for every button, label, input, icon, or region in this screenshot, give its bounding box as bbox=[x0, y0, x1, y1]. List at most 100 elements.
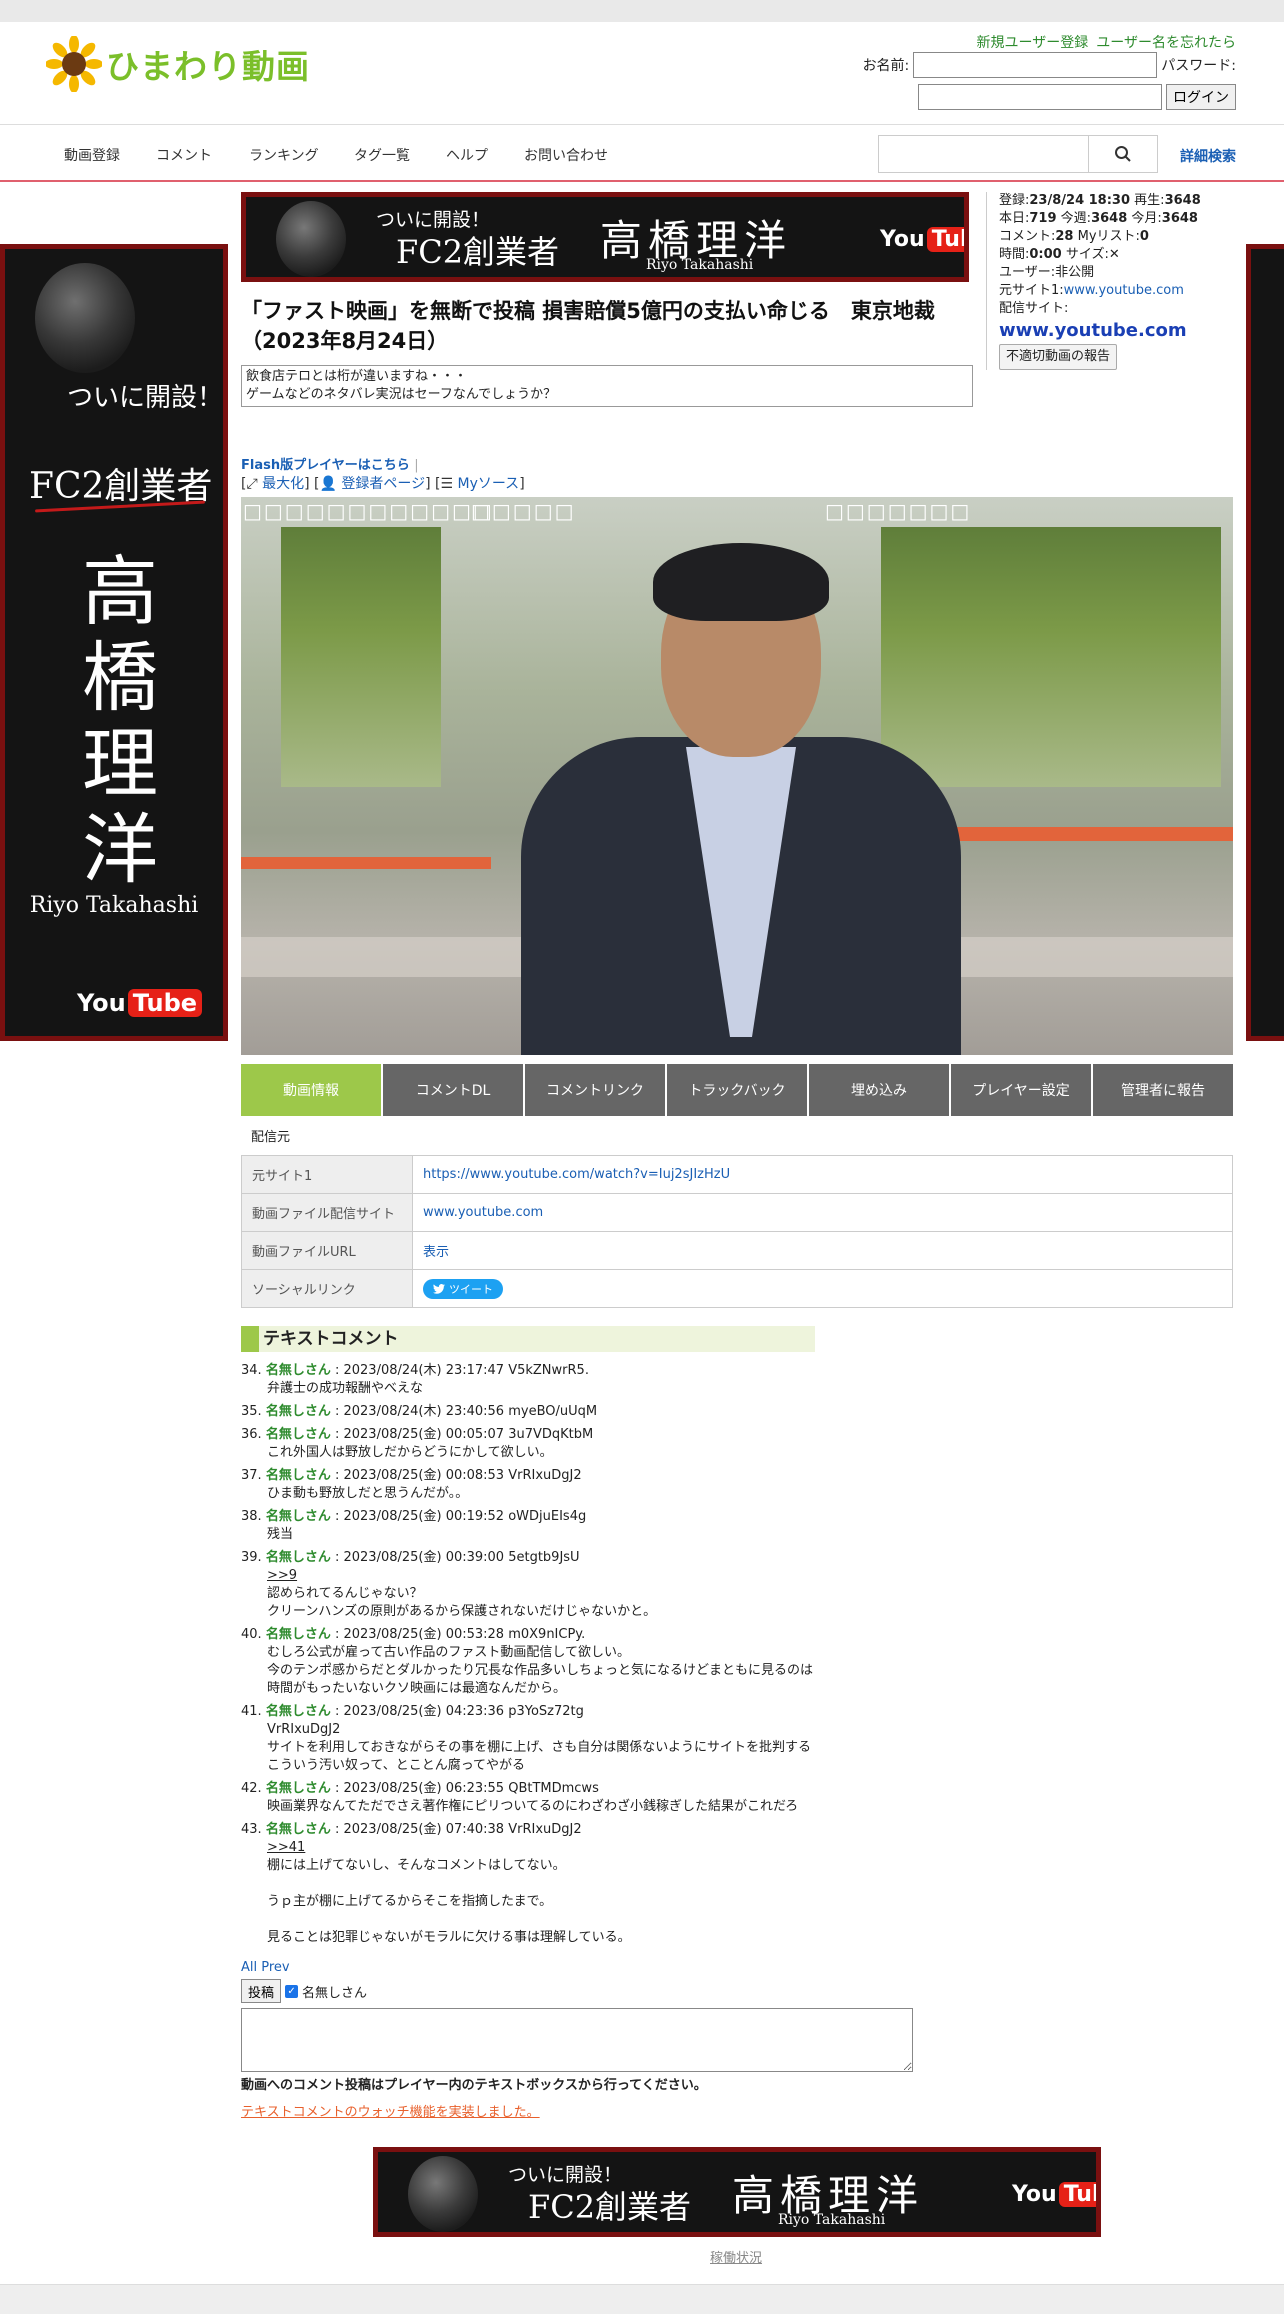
list-item: 39. 名無しさん : 2023/08/25(金) 00:39:00 5etgt… bbox=[241, 1550, 657, 1619]
source-table: 元サイト1 https://www.youtube.com/watch?v=Iu… bbox=[241, 1155, 1233, 1308]
main-nav: 動画登録 コメント ランキング タグ一覧 ヘルプ お問い合わせ 詳細検索 bbox=[0, 124, 1284, 182]
service-status-link[interactable]: 稼働状況 bbox=[710, 2247, 762, 2266]
search-button[interactable] bbox=[1088, 135, 1158, 173]
list-item: 38. 名無しさん : 2023/08/25(金) 00:19:52 oWDju… bbox=[241, 1509, 587, 1542]
user-icon: 👤 bbox=[319, 476, 337, 492]
list-item: 34. 名無しさん : 2023/08/24(木) 23:17:47 V5kZN… bbox=[241, 1363, 589, 1396]
list-item: 37. 名無しさん : 2023/08/25(金) 00:08:53 VrRIx… bbox=[241, 1468, 582, 1501]
site-logo[interactable]: ひまわり動画 bbox=[46, 34, 310, 94]
video-scene-stripe bbox=[241, 857, 491, 869]
comment-author[interactable]: 名無しさん bbox=[266, 1627, 331, 1642]
source-url-link[interactable]: https://www.youtube.com/watch?v=Iuj2sJIz… bbox=[412, 1155, 1233, 1194]
tab-embed[interactable]: 埋め込み bbox=[809, 1064, 949, 1116]
right-ad-banner[interactable] bbox=[1246, 244, 1284, 1041]
twitter-bird-icon bbox=[433, 1283, 445, 1294]
comment-post-row: 投稿 ✓ 名無しさん bbox=[241, 1979, 367, 2003]
stats-source: 元サイト1:www.youtube.com bbox=[999, 283, 1184, 298]
login-password-row: ログイン bbox=[918, 84, 1236, 110]
flash-player-link[interactable]: Flash版プレイヤーはこちら | bbox=[241, 454, 419, 473]
comment-author[interactable]: 名無しさん bbox=[266, 1704, 331, 1719]
table-row: 動画ファイルURL 表示 bbox=[241, 1231, 1233, 1270]
delivery-site-cell-link[interactable]: www.youtube.com bbox=[412, 1193, 1233, 1232]
nav-contact[interactable]: お問い合わせ bbox=[524, 145, 608, 165]
comment-author[interactable]: 名無しさん bbox=[266, 1427, 331, 1442]
list-icon: ☰ bbox=[440, 476, 454, 492]
comment-author[interactable]: 名無しさん bbox=[266, 1509, 331, 1524]
banner-portrait bbox=[276, 201, 346, 277]
comment-author[interactable]: 名無しさん bbox=[266, 1404, 331, 1419]
tab-comment-dl[interactable]: コメントDL bbox=[383, 1064, 523, 1116]
banner-roman: Riyo Takahashi bbox=[778, 2212, 886, 2228]
mysource-link[interactable]: Myソース bbox=[458, 476, 520, 492]
text-comment-heading: テキストコメント bbox=[241, 1326, 815, 1352]
bottom-ad-banner[interactable]: ついに開設！ FC2創業者 高橋理洋 Riyo Takahashi YouTub… bbox=[373, 2147, 1101, 2237]
tweet-button[interactable]: ツイート bbox=[423, 1278, 503, 1299]
search-icon bbox=[1115, 146, 1131, 162]
tab-video-info[interactable]: 動画情報 bbox=[241, 1064, 381, 1116]
account-links: 新規ユーザー登録 ユーザー名を忘れたら bbox=[977, 32, 1236, 52]
tab-trackback[interactable]: トラックバック bbox=[667, 1064, 807, 1116]
nav-upload[interactable]: 動画登録 bbox=[64, 145, 120, 165]
youtube-logo: YouTube bbox=[880, 227, 964, 252]
post-comment-button[interactable]: 投稿 bbox=[241, 1979, 282, 2003]
login-button[interactable]: ログイン bbox=[1166, 84, 1236, 110]
comment-textarea[interactable] bbox=[241, 2008, 913, 2072]
video-player[interactable]: □□□□□□□□□□□□ □□□□□ □□□□□□□ bbox=[241, 497, 1233, 1055]
comment-author[interactable]: 名無しさん bbox=[266, 1363, 331, 1378]
password-input[interactable] bbox=[918, 84, 1162, 110]
banner-company: FC2創業者 bbox=[528, 2188, 692, 2226]
left-ad-banner[interactable]: ついに開設！ FC2創業者 高 橋 理 洋 Riyo Takahashi You… bbox=[0, 244, 228, 1041]
page-footer-strip bbox=[0, 2284, 1284, 2314]
tab-comment-link[interactable]: コメントリンク bbox=[525, 1064, 665, 1116]
username-input[interactable] bbox=[913, 52, 1158, 78]
all-prev-link[interactable]: All Prev bbox=[241, 1960, 290, 1975]
anonymous-checkbox[interactable]: ✓ bbox=[285, 1984, 299, 1998]
list-item: 43. 名無しさん : 2023/08/25(金) 07:40:38 VrRIx… bbox=[241, 1822, 631, 1945]
search-input[interactable] bbox=[878, 135, 1088, 173]
video-title: 「ファスト映画」を無断で投稿 損害賠償5億円の支払い命じる 東京地裁（2023年… bbox=[241, 299, 935, 353]
banner-portrait bbox=[35, 263, 135, 373]
comment-author[interactable]: 名無しさん bbox=[266, 1822, 331, 1837]
site-header: ひまわり動画 新規ユーザー登録 ユーザー名を忘れたら お名前: パスワード: ロ… bbox=[0, 22, 1284, 124]
uploader-page-link[interactable]: 登録者ページ bbox=[341, 476, 425, 492]
youtube-logo: YouTube bbox=[77, 989, 203, 1017]
reply-anchor-link[interactable]: >>9 bbox=[267, 1568, 297, 1583]
watch-feature-link[interactable]: テキストコメントのウォッチ機能を実装しました。 bbox=[241, 2101, 540, 2120]
comment-author[interactable]: 名無しさん bbox=[266, 1781, 331, 1796]
maximize-link[interactable]: 最大化 bbox=[262, 476, 304, 492]
maximize-icon: ⤢ bbox=[246, 476, 258, 492]
advanced-search-link[interactable]: 詳細検索 bbox=[1180, 146, 1236, 166]
comment-author[interactable]: 名無しさん bbox=[266, 1468, 331, 1483]
nav-help[interactable]: ヘルプ bbox=[446, 145, 488, 165]
video-description: 飲食店テロとは桁が違いますね・・・ ゲームなどのネタバレ実況はセーフなんでしょう… bbox=[241, 365, 973, 407]
register-link[interactable]: 新規ユーザー登録 bbox=[977, 32, 1089, 52]
comment-list: 34. 名無しさん : 2023/08/24(木) 23:17:47 V5kZN… bbox=[241, 1362, 941, 1952]
top-ad-banner[interactable]: ついに開設！ FC2創業者 高橋理洋 Riyo Takahashi YouTub… bbox=[241, 192, 969, 282]
file-url-show-link[interactable]: 表示 bbox=[412, 1231, 1233, 1270]
login-name-row: お名前: パスワード: bbox=[863, 52, 1236, 78]
banner-portrait bbox=[408, 2156, 478, 2232]
delivery-site-link[interactable]: www.youtube.com bbox=[999, 322, 1226, 340]
forgot-username-link[interactable]: ユーザー名を忘れたら bbox=[1096, 32, 1236, 52]
stats-line-1: 登録:23/8/24 18:30 再生:3648 bbox=[999, 193, 1201, 208]
table-row: 元サイト1 https://www.youtube.com/watch?v=Iu… bbox=[241, 1155, 1233, 1194]
nav-ranking[interactable]: ランキング bbox=[249, 145, 319, 165]
youtube-logo: YouTube bbox=[1012, 2182, 1096, 2207]
video-tabs: 動画情報 コメントDL コメントリンク トラックバック 埋め込み プレイヤー設定… bbox=[241, 1064, 1233, 1116]
nav-tags[interactable]: タグ一覧 bbox=[354, 145, 410, 165]
video-scene-window bbox=[281, 527, 441, 787]
video-presenter-hair bbox=[653, 543, 829, 621]
reply-anchor-link[interactable]: >>41 bbox=[267, 1840, 305, 1855]
nav-comments[interactable]: コメント bbox=[156, 145, 212, 165]
banner-name-vertical: 高 橋 理 洋 bbox=[82, 547, 158, 894]
anonymous-label: 名無しさん bbox=[302, 1985, 368, 2001]
source-site-link[interactable]: www.youtube.com bbox=[1064, 283, 1184, 298]
report-video-button[interactable]: 不適切動画の報告 bbox=[999, 344, 1118, 370]
tab-report-admin[interactable]: 管理者に報告 bbox=[1093, 1064, 1233, 1116]
comment-author[interactable]: 名無しさん bbox=[266, 1550, 331, 1565]
banner-company: FC2創業者 bbox=[396, 233, 560, 271]
password-label: パスワード: bbox=[1161, 58, 1236, 74]
stats-delivery-label: 配信サイト: bbox=[999, 301, 1069, 316]
sunflower-icon bbox=[46, 36, 102, 92]
tab-player-settings[interactable]: プレイヤー設定 bbox=[951, 1064, 1091, 1116]
